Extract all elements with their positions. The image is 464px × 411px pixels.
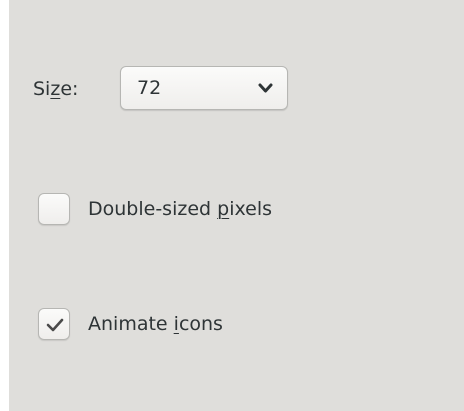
size-label: Size: <box>33 77 78 101</box>
size-label-text: Si <box>33 78 51 100</box>
settings-panel: Size: 72 Double-sized pixels Animate ico… <box>9 0 464 411</box>
animate-label-text: Animate <box>88 313 174 335</box>
animate-icons-label[interactable]: Animate icons <box>88 312 223 336</box>
animate-icons-checkbox[interactable] <box>38 308 70 340</box>
double-sized-label-mnemonic: p <box>217 198 230 220</box>
animate-label-text-end: cons <box>178 313 223 335</box>
double-sized-label-text-end: ixels <box>229 198 272 220</box>
size-label-text-end: e: <box>60 78 79 100</box>
double-sized-pixels-checkbox[interactable] <box>38 193 70 225</box>
size-label-mnemonic: z <box>50 78 61 100</box>
checkmark-icon <box>46 318 64 332</box>
size-dropdown[interactable]: 72 <box>120 66 288 110</box>
size-dropdown-value: 72 <box>137 77 162 99</box>
size-row: Size: 72 <box>9 66 288 112</box>
chevron-down-icon <box>258 83 273 93</box>
double-sized-label-text: Double-sized <box>88 198 218 220</box>
double-sized-pixels-label[interactable]: Double-sized pixels <box>88 197 272 221</box>
